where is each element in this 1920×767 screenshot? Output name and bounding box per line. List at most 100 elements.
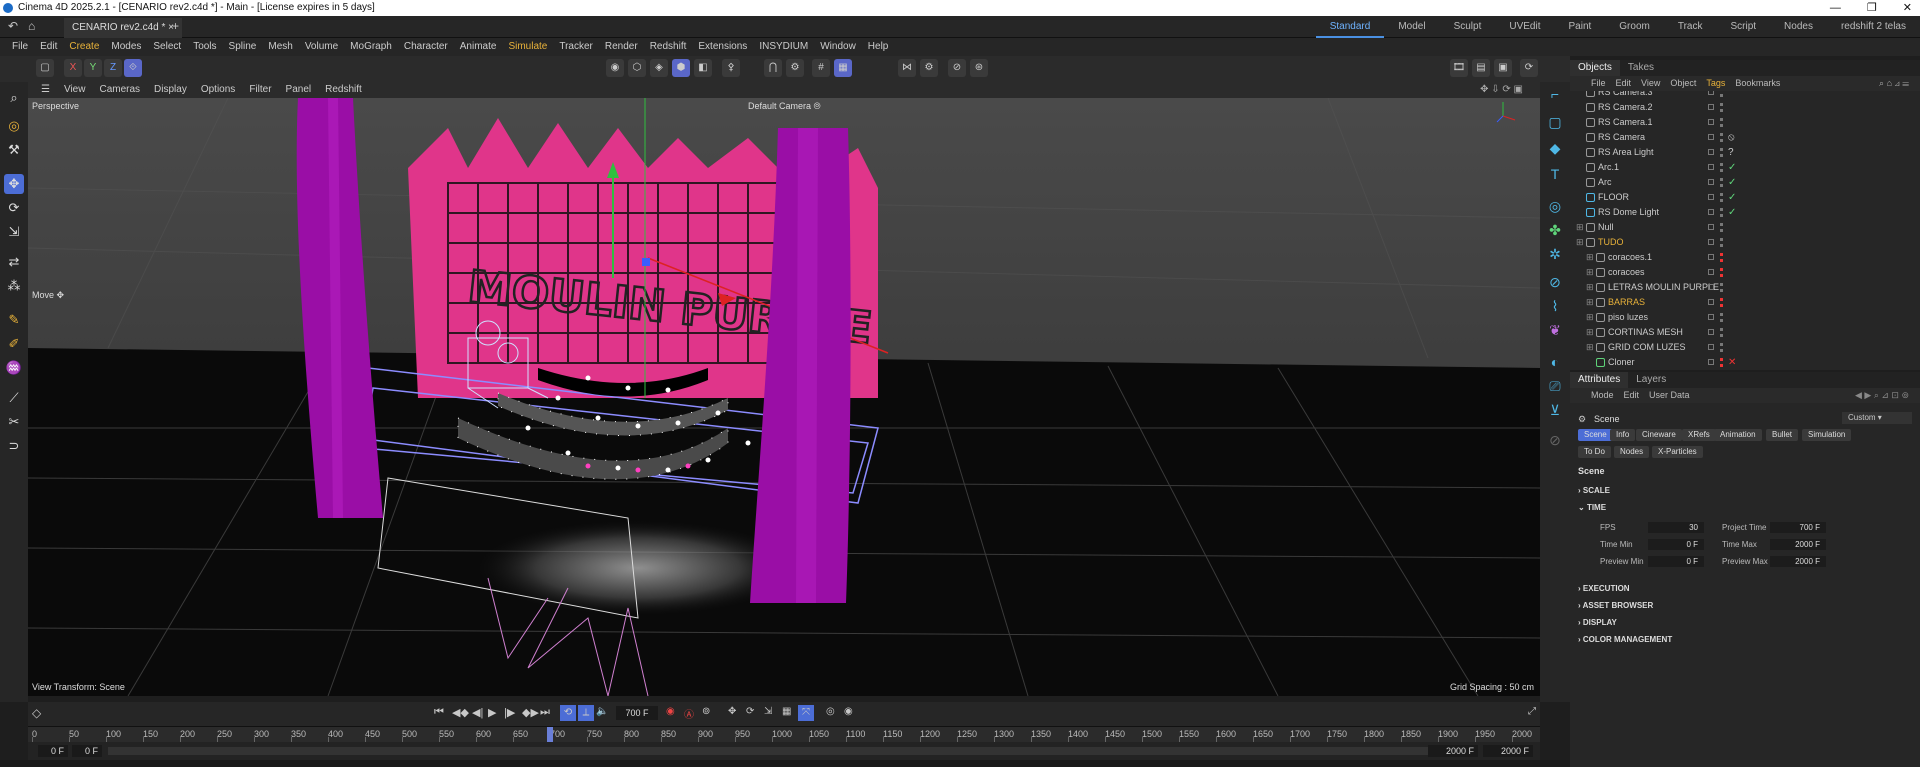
- magnet-icon[interactable]: ⊃: [4, 436, 24, 456]
- cube-primitive-icon[interactable]: ⌐: [1545, 84, 1565, 104]
- points-tool-icon[interactable]: ⁂: [4, 276, 24, 296]
- layout-sculpt[interactable]: Sculpt: [1440, 16, 1496, 38]
- objects-menu-bookmarks[interactable]: Bookmarks: [1730, 76, 1785, 91]
- expand-icon[interactable]: ⊞: [1586, 250, 1594, 265]
- object-row[interactable]: RS Camera.3: [1570, 91, 1920, 100]
- world-coordinate-icon[interactable]: ⟐: [124, 59, 142, 77]
- attr-menu-edit[interactable]: Edit: [1619, 388, 1645, 403]
- scene-tab-xparticles[interactable]: X-Particles: [1652, 446, 1703, 458]
- layer-toggle-icon[interactable]: [1708, 359, 1714, 365]
- preview-min-field[interactable]: 0 F: [1648, 556, 1704, 567]
- visibility-dots-icon[interactable]: [1720, 148, 1723, 157]
- view-layout-button[interactable]: ▢: [36, 59, 54, 77]
- fps-field[interactable]: 30: [1648, 522, 1704, 533]
- expand-icon[interactable]: ⊞: [1586, 280, 1594, 295]
- section-color-management[interactable]: › COLOR MANAGEMENT: [1578, 635, 1672, 644]
- preview-range-button[interactable]: ⟂: [578, 705, 594, 721]
- menu-mesh[interactable]: Mesh: [262, 38, 298, 56]
- scale-tool-icon[interactable]: ⇲: [4, 222, 24, 242]
- go-to-start-button[interactable]: ⏮: [434, 706, 444, 719]
- plane-primitive-icon[interactable]: ▢: [1545, 112, 1565, 132]
- objects-search-icon[interactable]: ⌕ ⌂ ⊿ ☰: [1874, 76, 1914, 91]
- scene-tab-cineware[interactable]: Cineware: [1636, 429, 1682, 441]
- snap-settings-icon[interactable]: ⚙: [786, 59, 804, 77]
- y-axis-button[interactable]: Y: [84, 59, 102, 77]
- layer-toggle-icon[interactable]: [1708, 344, 1714, 350]
- object-tag-icon[interactable]: ✓: [1728, 175, 1736, 190]
- layout-track[interactable]: Track: [1664, 16, 1717, 38]
- viewport-menu-filter[interactable]: Filter: [242, 82, 278, 98]
- layout-script[interactable]: Script: [1716, 16, 1770, 38]
- lock-icon[interactable]: ⊘: [948, 59, 966, 77]
- field-icon[interactable]: ⊘: [1545, 272, 1565, 292]
- layer-toggle-icon[interactable]: [1708, 284, 1714, 290]
- timeline-expand-icon[interactable]: ⤢: [1528, 706, 1536, 717]
- scene-tab-simulation[interactable]: Simulation: [1802, 429, 1852, 441]
- menu-edit[interactable]: Edit: [34, 38, 63, 56]
- visibility-dots-icon[interactable]: [1720, 91, 1723, 97]
- scene-camera-icon[interactable]: ◐: [1545, 352, 1565, 372]
- expand-icon[interactable]: ⊞: [1576, 220, 1584, 235]
- viewport-hamburger-icon[interactable]: ☰: [34, 82, 57, 98]
- timeline-settings-icon[interactable]: ◉: [844, 706, 853, 717]
- objects-menu-object[interactable]: Object: [1665, 76, 1701, 91]
- attr-menu-mode[interactable]: Mode: [1586, 388, 1619, 403]
- preview-max-field[interactable]: 2000 F: [1770, 556, 1826, 567]
- tab-attributes[interactable]: Attributes: [1570, 372, 1629, 388]
- tab-objects[interactable]: Objects: [1570, 60, 1620, 76]
- object-tag-icon[interactable]: ✓: [1728, 190, 1736, 205]
- x-axis-button[interactable]: X: [64, 59, 82, 77]
- menu-tools[interactable]: Tools: [187, 38, 222, 56]
- start-frame-field-b[interactable]: 0 F: [72, 745, 102, 757]
- mograph-cloner-icon[interactable]: ✤: [1545, 220, 1565, 240]
- prev-key-button[interactable]: ◀◆: [452, 706, 469, 719]
- preset-dropdown[interactable]: Custom ▾: [1842, 412, 1912, 424]
- render-view-icon[interactable]: 🎞: [1450, 59, 1468, 77]
- object-row[interactable]: ⊞ LETRAS MOULIN PURPLE: [1570, 280, 1920, 295]
- generator-icon[interactable]: ◎: [1545, 196, 1565, 216]
- workplane-icon[interactable]: #: [812, 59, 830, 77]
- menu-select[interactable]: Select: [147, 38, 187, 56]
- camera-icon[interactable]: ⎚: [1545, 376, 1565, 396]
- expand-icon[interactable]: ⊞: [1586, 325, 1594, 340]
- time-max-field[interactable]: 2000 F: [1770, 539, 1826, 550]
- motion-clip-icon[interactable]: ◎: [826, 706, 835, 717]
- layer-toggle-icon[interactable]: [1708, 299, 1714, 305]
- pla-key-icon[interactable]: ⤧: [798, 705, 814, 721]
- layout-uvedit[interactable]: UVEdit: [1495, 16, 1554, 38]
- menu-file[interactable]: File: [6, 38, 34, 56]
- menu-help[interactable]: Help: [862, 38, 895, 56]
- visibility-dots-icon[interactable]: [1720, 298, 1723, 307]
- expand-icon[interactable]: ⊞: [1576, 235, 1584, 250]
- layer-toggle-icon[interactable]: [1708, 149, 1714, 155]
- maximize-button[interactable]: ❐: [1867, 0, 1877, 16]
- object-row[interactable]: RS Camera.2: [1570, 100, 1920, 115]
- keyframe-icon[interactable]: ◇: [32, 706, 41, 720]
- layer-toggle-icon[interactable]: [1708, 329, 1714, 335]
- visibility-dots-icon[interactable]: [1720, 103, 1723, 112]
- next-key-button[interactable]: ◆▶: [522, 706, 539, 719]
- layer-toggle-icon[interactable]: [1708, 209, 1714, 215]
- visibility-dots-icon[interactable]: [1720, 193, 1723, 202]
- rotate-tool-icon[interactable]: ⟳: [4, 198, 24, 218]
- axis-mode-icon[interactable]: ⚴: [722, 59, 740, 77]
- visibility-dots-icon[interactable]: [1720, 268, 1723, 277]
- minimize-button[interactable]: —: [1830, 0, 1841, 16]
- param-key-icon[interactable]: ▦: [782, 706, 791, 717]
- layer-toggle-icon[interactable]: [1708, 194, 1714, 200]
- section-display[interactable]: › DISPLAY: [1578, 618, 1617, 627]
- undo-icon[interactable]: ↶: [8, 19, 18, 33]
- prev-frame-button[interactable]: ◀|: [472, 706, 483, 719]
- viewport-menu-options[interactable]: Options: [194, 82, 242, 98]
- object-row[interactable]: FLOOR ✓: [1570, 190, 1920, 205]
- expand-icon[interactable]: ⊞: [1586, 340, 1594, 355]
- frame-range-slider[interactable]: [108, 747, 1438, 755]
- layer-toggle-icon[interactable]: [1708, 239, 1714, 245]
- autokey-icon[interactable]: Ⓐ: [684, 706, 694, 721]
- loop-button[interactable]: ⟲: [560, 705, 576, 721]
- menu-simulate[interactable]: Simulate: [502, 38, 553, 56]
- attr-nav-icons[interactable]: ◀ ▶ ⌕ ⊿ ⊡ ⊚: [1850, 388, 1914, 403]
- scene-tab-info[interactable]: Info: [1610, 429, 1636, 441]
- snap-icon[interactable]: ⋂: [764, 59, 782, 77]
- menu-modes[interactable]: Modes: [105, 38, 147, 56]
